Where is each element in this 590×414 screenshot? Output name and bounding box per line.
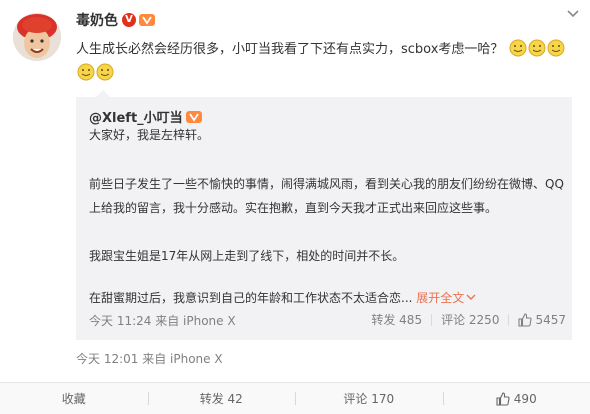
level-badge-icon: [186, 110, 202, 124]
post-time[interactable]: 今天 12:01 来自 iPhone X: [76, 350, 223, 367]
author-name[interactable]: 毒奶色: [76, 10, 118, 30]
comment-button[interactable]: 评论 170: [295, 383, 443, 414]
smile-emoji-icon: [509, 39, 527, 57]
repost-line-text: 在甜蜜期过后，我意识到自己的年龄和工作状态不太适合恋: [89, 291, 401, 305]
repost-time[interactable]: 今天 11:24 来自 iPhone X: [89, 312, 236, 329]
repost-line: 前些日子发生了一些不愉快的事情，闹得满城风雨，看到关心我的朋友们纷纷在微博、QQ: [89, 172, 564, 196]
like-label: 490: [514, 392, 537, 406]
repost-like[interactable]: 5457: [518, 313, 566, 327]
post-text: 人生成长必然会经历很多，小叮当我看了下还有点实力，scbox考虑一哈？: [76, 38, 576, 86]
author-row: 毒奶色 V: [76, 10, 155, 30]
repost-card[interactable]: @Xleft_小叮当 大家好，我是左梓轩。 前些日子发生了一些不愉快的事情，闹得…: [76, 97, 572, 340]
repost-stats: 转发 485 评论 2250 5457: [371, 311, 566, 328]
chevron-down-icon[interactable]: [566, 8, 580, 18]
thumb-up-icon: [496, 392, 510, 406]
repost-like-count: 5457: [535, 313, 566, 327]
comment-label: 评论 170: [343, 390, 394, 407]
verified-v-icon: V: [122, 13, 136, 27]
repost-line-last: 在甜蜜期过后，我意识到自己的年龄和工作状态不太适合恋... 展开全文: [89, 286, 476, 310]
smile-emoji-icon: [528, 39, 546, 57]
chevron-down-icon[interactable]: [466, 293, 476, 301]
divider: [431, 314, 432, 326]
like-button[interactable]: 490: [443, 383, 590, 414]
favorite-label: 收藏: [62, 390, 86, 407]
level-badge-icon: [139, 13, 155, 27]
smile-emoji-icon: [547, 39, 565, 57]
smile-emoji-icon: [96, 63, 114, 81]
repost-line: 上给我的留言，我十分感动。实在抱歉，直到今天我才正式出来回应这些事。: [89, 196, 497, 220]
avatar[interactable]: [13, 13, 61, 61]
repost-line: 我跟宝生姐是17年从网上走到了线下，相处的时间并不长。: [89, 244, 404, 268]
post-body: 人生成长必然会经历很多，小叮当我看了下还有点实力，scbox考虑一哈？: [76, 42, 503, 57]
divider: [508, 314, 509, 326]
ellipsis: ...: [401, 291, 412, 305]
repost-label: 转发 42: [200, 390, 243, 407]
repost-line: 大家好，我是左梓轩。: [89, 123, 209, 147]
smile-emoji-icon: [77, 63, 95, 81]
favorite-button[interactable]: 收藏: [0, 383, 148, 414]
thumb-up-icon: [518, 313, 532, 327]
repost-comment-count[interactable]: 评论 2250: [441, 311, 499, 328]
expand-label[interactable]: 展开全文: [416, 291, 464, 305]
action-bar: 收藏 转发 42 评论 170 490: [0, 382, 590, 414]
repost-caret: [96, 90, 110, 97]
repost-repost-count[interactable]: 转发 485: [371, 311, 422, 328]
expand-link[interactable]: 展开全文: [416, 291, 476, 305]
repost-button[interactable]: 转发 42: [148, 383, 296, 414]
